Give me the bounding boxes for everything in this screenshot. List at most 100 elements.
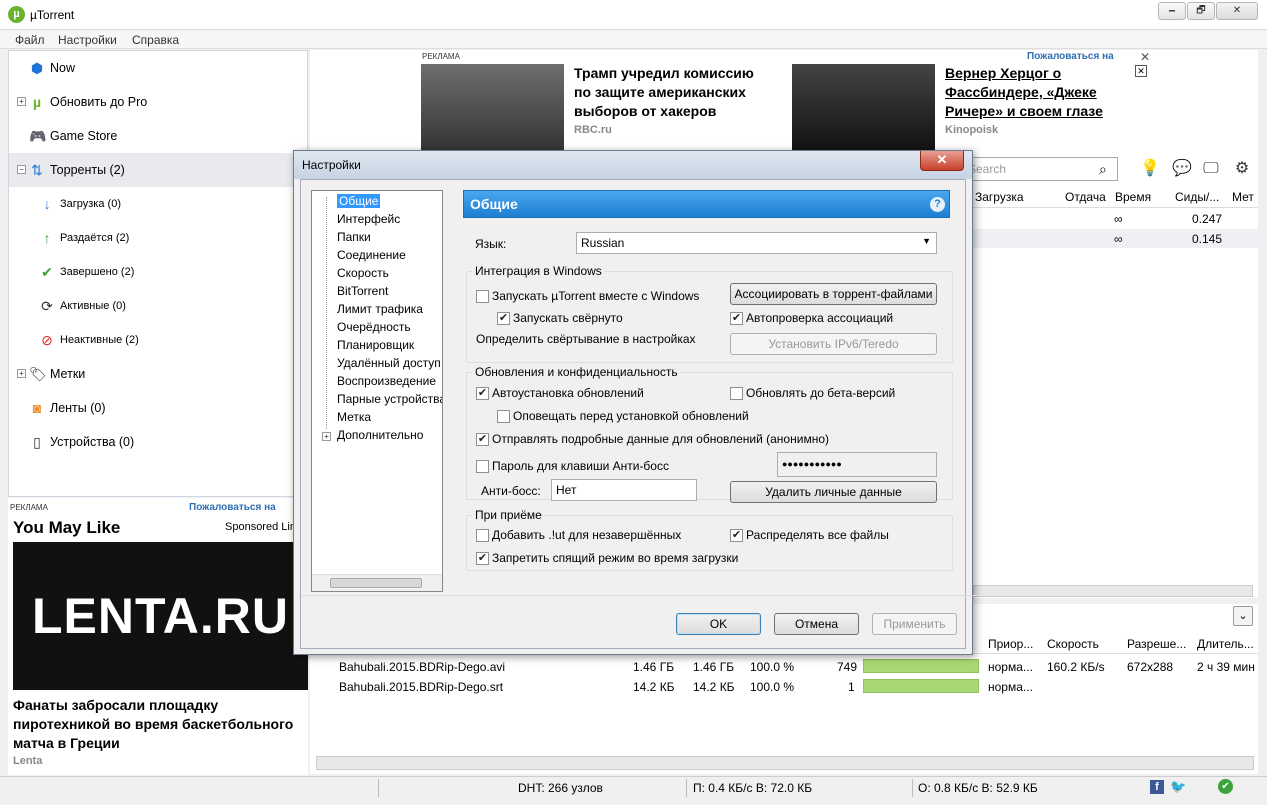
column-header[interactable]: Длитель... [1197,637,1254,651]
delete-private-data-button[interactable]: Удалить личные данные [730,481,937,503]
sidebar-item-downloading[interactable]: ↓ Загрузка (0) [9,187,307,221]
ipv6-button[interactable]: Установить IPv6/Teredo [730,333,937,355]
column-header[interactable]: Мет [1232,190,1254,204]
network-ok-icon[interactable]: ✔ [1218,779,1233,794]
horizontal-scrollbar[interactable] [973,585,1253,597]
facebook-icon[interactable]: f [1150,780,1164,794]
file-row[interactable]: Bahubali.2015.BDRip-Dego.srt 14.2 КБ 14.… [310,676,1258,696]
tree-item-folders[interactable]: Папки [337,230,371,244]
checkbox-beta[interactable] [730,387,743,400]
download-status[interactable]: П: 0.4 КБ/с В: 72.0 КБ [693,781,812,795]
ad-report-link[interactable]: Пожаловаться на [1027,51,1114,62]
column-header[interactable]: Разреше... [1127,637,1186,651]
table-row[interactable]: ∞ 0.247 [970,209,1258,228]
tree-item-playback[interactable]: Воспроизведение [337,374,436,388]
minimize-button[interactable]: 🗕 [1158,2,1186,20]
checkbox-start-minimized[interactable]: ✔ [497,312,510,325]
close-button[interactable]: ✕ [1216,2,1258,20]
search-icon[interactable]: ⌕ [1099,161,1107,178]
expand-icon[interactable]: + [17,369,26,378]
tree-item-bittorrent[interactable]: BitTorrent [337,284,388,298]
menu-settings[interactable]: Настройки [58,33,117,47]
ad-report-link[interactable]: Пожаловаться на [189,502,276,513]
sidebar-item-torrents[interactable]: − ⇅ Торренты (2) [9,153,307,187]
sidebar-item-active[interactable]: ⟳ Активные (0) [9,289,307,323]
tree-scrollbar[interactable] [312,574,442,591]
column-header[interactable]: Приор... [988,637,1033,651]
apply-button[interactable]: Применить [872,613,957,635]
file-row[interactable]: Bahubali.2015.BDRip-Dego.avi 1.46 ГБ 1.4… [310,656,1258,676]
sidebar-item-completed[interactable]: ✔ Завершено (2) [9,255,307,289]
menu-file[interactable]: Файл [15,33,45,47]
tree-item-paired-devices[interactable]: Парные устройства [337,392,442,406]
menu-help[interactable]: Справка [132,33,179,47]
ad-headline[interactable]: Фанаты забросали площадку пиротехникой в… [13,696,303,753]
boss-password-field[interactable]: ●●●●●●●●●●● [777,452,937,477]
tree-item-queue[interactable]: Очерёдность [337,320,411,334]
language-value: Russian [581,236,625,250]
checkbox-distribute[interactable]: ✔ [730,529,743,542]
language-select[interactable]: Russian ▼ [576,232,937,254]
tree-item-remote[interactable]: Удалённый доступ [337,356,441,370]
lightbulb-icon[interactable]: 💡 [1139,158,1161,180]
ad-image[interactable]: LENTA.RU [13,542,308,690]
checkbox-notify[interactable] [497,410,510,423]
ad-choices-icon[interactable]: ✕ [1135,65,1147,77]
chevron-down-icon[interactable]: ⌄ [1233,606,1253,626]
monitor-icon[interactable]: 🖵 [1200,158,1222,180]
checkbox-add-ut[interactable] [476,529,489,542]
close-icon[interactable]: ✕ [1140,50,1150,64]
ad-image[interactable] [792,64,935,152]
chat-icon[interactable]: 💬 [1171,158,1193,180]
column-header[interactable]: Отдача [1065,190,1106,204]
expand-icon[interactable]: + [17,97,26,106]
search-input[interactable]: Search ⌕ [962,157,1118,181]
tree-item-connection[interactable]: Соединение [337,248,406,262]
tree-item-general[interactable]: Общие [337,194,381,208]
checkbox-auto-update[interactable]: ✔ [476,387,489,400]
checkbox-auto-check[interactable]: ✔ [730,312,743,325]
column-header[interactable]: Загрузка [975,190,1024,204]
sidebar-item-inactive[interactable]: ⊘ Неактивные (2) [9,323,307,357]
sidebar-item-game-store[interactable]: 🎮 Game Store [9,119,307,153]
table-row[interactable]: ∞ 0.145 [970,229,1258,248]
tree-item-traffic-limit[interactable]: Лимит трафика [337,302,423,316]
ok-button[interactable]: OK [676,613,761,635]
tree-item-label[interactable]: Метка [337,410,371,424]
anti-boss-field[interactable]: Нет [551,479,697,501]
twitter-icon[interactable]: 🐦 [1170,779,1186,795]
tree-item-scheduler[interactable]: Планировщик [337,338,414,352]
gear-icon[interactable]: ⚙ [1231,158,1253,180]
column-header[interactable]: Сиды/... [1175,190,1219,204]
maximize-button[interactable]: 🗗 [1187,2,1215,20]
checkbox-start-with-windows[interactable] [476,290,489,303]
sponsored-label[interactable]: Sponsored Lin [225,521,296,533]
associate-button[interactable]: Ассоциировать в торрент-файлами [730,283,937,305]
sidebar-item-devices[interactable]: ▯ Устройства (0) [9,425,307,459]
checkbox-send-data[interactable]: ✔ [476,433,489,446]
checkbox-boss-password[interactable] [476,460,489,473]
scroll-thumb[interactable] [330,578,422,588]
cancel-button[interactable]: Отмена [774,613,859,635]
collapse-icon[interactable]: − [17,165,26,174]
ad-image[interactable] [421,64,564,152]
tree-item-speed[interactable]: Скорость [337,266,389,280]
sidebar-item-labels[interactable]: + 🏷 Метки [9,357,307,391]
column-header[interactable]: Время [1115,190,1151,204]
column-header[interactable]: Скорость [1047,637,1099,651]
checkbox-label: Добавить .!ut для незавершённых [492,528,682,542]
expand-icon[interactable]: + [322,432,331,441]
sidebar-item-seeding[interactable]: ↑ Раздаётся (2) [9,221,307,255]
horizontal-scrollbar[interactable] [316,756,1254,770]
help-icon[interactable]: ? [930,197,945,212]
ad-headline[interactable]: Вернер Херцог о Фассбиндере, «Джеке Риче… [945,64,1145,121]
tree-item-interface[interactable]: Интерфейс [337,212,400,226]
sidebar-item-now[interactable]: ⬢ Now [9,51,307,85]
upload-status[interactable]: О: 0.8 КБ/с В: 52.9 КБ [918,781,1038,795]
ad-headline[interactable]: Трамп учредил комиссию по защите америка… [574,64,774,121]
sidebar-item-feeds[interactable]: ◙ Ленты (0) [9,391,307,425]
sidebar-item-upgrade-pro[interactable]: + µ Обновить до Pro [9,85,307,119]
dialog-close-button[interactable]: ✕ [920,151,964,171]
tree-item-advanced[interactable]: Дополнительно [337,428,423,442]
checkbox-no-sleep[interactable]: ✔ [476,552,489,565]
